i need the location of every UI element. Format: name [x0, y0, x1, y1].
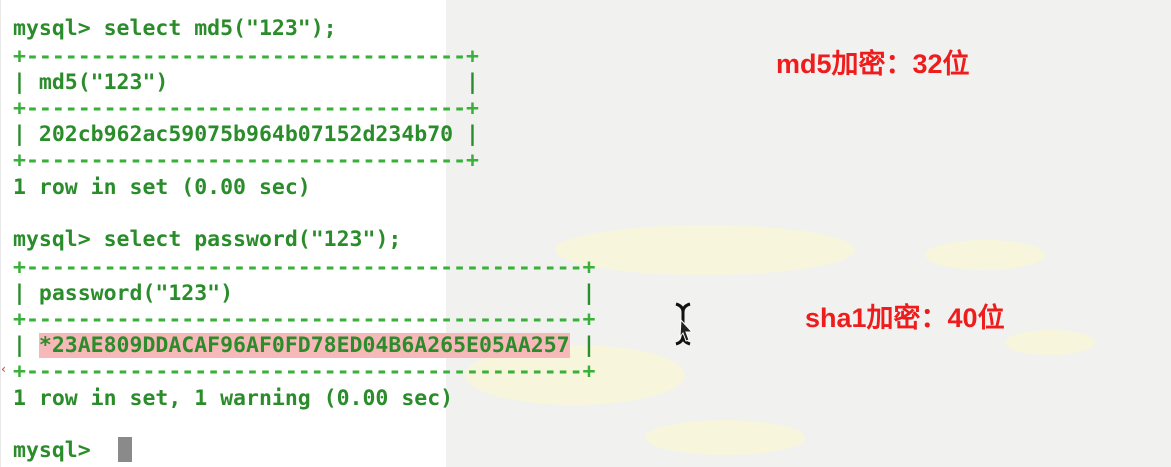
prompt-1: mysql> [13, 16, 91, 41]
terminal-window[interactable]: mysql> select md5("123"); +-------------… [0, 0, 596, 467]
row-right-pipe: | [569, 333, 596, 358]
ibeam-cursor-icon [675, 302, 694, 346]
command-line-2: mysql> select password("123"); [13, 227, 401, 253]
table-header-password: | password("123") | [13, 281, 596, 306]
row-right-pipe: | [453, 122, 479, 147]
prompt-2: mysql> [13, 227, 91, 252]
table-border-mid-1: +----------------------------------+ [13, 96, 479, 121]
row-left-pipe: | [13, 122, 39, 147]
command-line-1: mysql> select md5("123"); [13, 16, 337, 42]
command-1: select md5("123"); [90, 16, 337, 41]
result-line-2: 1 row in set, 1 warning (0.00 sec) [13, 386, 454, 411]
md5-annotation: md5加密：32位 [776, 49, 970, 79]
edge-marker-icon: ‹ [0, 362, 8, 376]
table-border-mid-2: +---------------------------------------… [13, 307, 596, 332]
password-hash-value[interactable]: *23AE809DDACAF96AF0FD78ED04B6A265E05AA25… [38, 333, 570, 358]
table-border-bottom-2: +---------------------------------------… [13, 359, 596, 384]
table-border-bottom-1: +----------------------------------+ [13, 148, 479, 173]
text-cursor [118, 437, 132, 462]
table-header-md5: | md5("123") | [13, 70, 479, 95]
row-left-pipe: | [13, 333, 39, 358]
table-border-top-2: +---------------------------------------… [13, 255, 596, 280]
md5-value: 202cb962ac59075b964b07152d234b70 [38, 122, 454, 147]
sha1-annotation: sha1加密：40位 [805, 303, 1005, 333]
command-2: select password("123"); [90, 227, 402, 252]
table-border-top-1: +----------------------------------+ [13, 44, 479, 69]
final-prompt[interactable]: mysql> [13, 438, 104, 464]
table-row-md5: | 202cb962ac59075b964b07152d234b70 | [13, 122, 479, 148]
result-line-1: 1 row in set (0.00 sec) [13, 175, 311, 200]
table-row-password: | *23AE809DDACAF96AF0FD78ED04B6A265E05AA… [13, 333, 596, 359]
